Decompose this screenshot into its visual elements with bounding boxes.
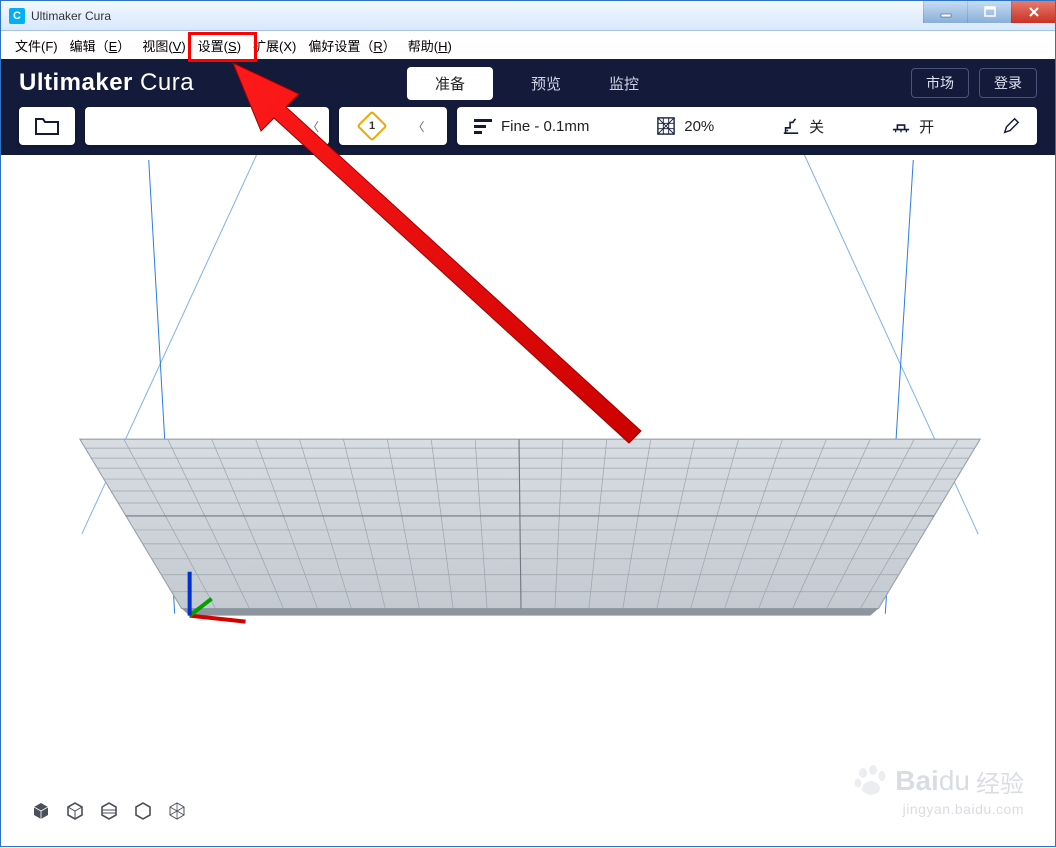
print-settings-panel[interactable]: Fine - 0.1mm 20% 关 开: [457, 107, 1037, 145]
infill-label: 20%: [684, 118, 714, 135]
menu-file[interactable]: 文件(F): [9, 34, 64, 57]
signin-button[interactable]: 登录: [979, 68, 1037, 98]
marketplace-button[interactable]: 市场: [911, 68, 969, 98]
profile-label: Fine - 0.1mm: [501, 118, 589, 135]
brand-logo: Ultimaker Cura: [19, 69, 194, 97]
layers-icon: [473, 117, 493, 135]
window-titlebar: C Ultimaker Cura: [1, 1, 1055, 31]
view-solid-icon[interactable]: [30, 799, 52, 821]
chevron-left-icon: 〈: [307, 118, 319, 135]
support-label: 关: [809, 116, 824, 137]
stage-tabs: 准备 预览 监控: [407, 67, 649, 100]
x-axis-indicator: [190, 616, 246, 622]
brand-part1: Ultimaker: [19, 69, 133, 96]
brand-part2: Cura: [133, 69, 194, 96]
tab-preview[interactable]: 预览: [521, 67, 571, 100]
infill-group: 20%: [656, 117, 714, 135]
adhesion-label: 开: [919, 116, 934, 137]
open-file-button[interactable]: [19, 107, 75, 145]
menu-preferences[interactable]: 偏好设置（R）: [302, 34, 401, 57]
view-mode-icons: [30, 799, 188, 821]
header-right: 市场 登录: [911, 68, 1037, 98]
profile-group: Fine - 0.1mm: [473, 117, 589, 135]
window-controls: [923, 1, 1055, 23]
adhesion-icon: [891, 117, 911, 135]
minimize-button[interactable]: [923, 1, 967, 23]
support-icon: [781, 117, 801, 135]
view-layers-icon[interactable]: [98, 799, 120, 821]
build-volume: [2, 155, 1054, 845]
tab-prepare[interactable]: 准备: [407, 67, 493, 100]
extruder-selector[interactable]: 1 〈: [339, 107, 447, 145]
app-icon: C: [9, 8, 25, 24]
folder-icon: [35, 116, 59, 136]
menu-edit[interactable]: 编辑（E）: [64, 34, 137, 57]
view-wireframe-icon[interactable]: [166, 799, 188, 821]
infill-icon: [656, 117, 676, 135]
support-group: 关: [781, 116, 824, 137]
menu-help[interactable]: 帮助(H): [402, 34, 458, 57]
menu-settings[interactable]: 设置(S): [192, 34, 247, 57]
app-header: Ultimaker Cura 准备 预览 监控 市场 登录: [1, 59, 1055, 107]
menu-view[interactable]: 视图(V): [136, 34, 191, 57]
menu-extensions[interactable]: 扩展(X): [247, 34, 302, 57]
maximize-button[interactable]: [967, 1, 1011, 23]
tab-monitor[interactable]: 监控: [599, 67, 649, 100]
window-title: Ultimaker Cura: [31, 9, 111, 23]
extruder-badge: 1: [357, 110, 388, 141]
pencil-icon: [1001, 117, 1021, 135]
adhesion-group: 开: [891, 116, 934, 137]
view-front-icon[interactable]: [132, 799, 154, 821]
viewport-3d[interactable]: Baidu 经验 jingyan.baidu.com: [2, 155, 1054, 845]
close-button[interactable]: [1011, 1, 1055, 23]
chevron-left-icon: 〈: [412, 118, 424, 135]
menubar: 文件(F) 编辑（E） 视图(V) 设置(S) 扩展(X) 偏好设置（R） 帮助…: [1, 31, 1055, 59]
view-xray-icon[interactable]: [64, 799, 86, 821]
printer-selector[interactable]: 〈: [85, 107, 329, 145]
settings-bar: 〈 1 〈 Fine - 0.1mm 20% 关 开: [1, 107, 1055, 155]
edit-settings-button[interactable]: [1001, 117, 1021, 135]
